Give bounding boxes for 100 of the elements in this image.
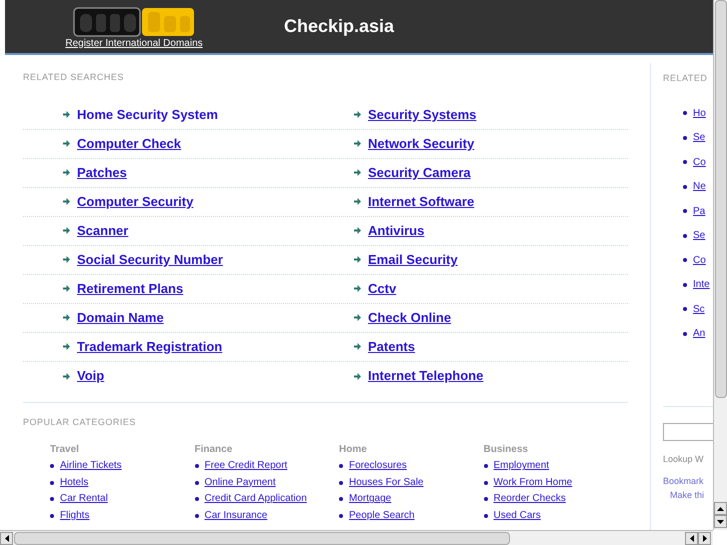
bullet-icon	[194, 514, 198, 518]
arrow-icon	[354, 227, 361, 234]
search-link[interactable]: Security Systems	[368, 104, 476, 124]
search-link[interactable]: Computer Security	[77, 192, 194, 212]
category-link[interactable]: Reorder Checks	[494, 493, 566, 506]
category-link[interactable]: People Search	[349, 510, 415, 522]
left-arrow-icon	[690, 535, 694, 542]
related-link[interactable]: An	[693, 326, 706, 342]
bullet-icon	[683, 184, 687, 189]
category-link[interactable]: Credit Card Application	[204, 493, 307, 506]
horizontal-scrollbar[interactable]	[0, 530, 713, 545]
bullet-icon	[339, 464, 343, 468]
bullet-icon	[50, 480, 54, 485]
section-heading: RELATED	[663, 72, 708, 85]
category-link[interactable]: Houses For Sale	[349, 476, 424, 489]
bullet-icon	[683, 332, 687, 336]
related-link[interactable]: Ho	[693, 106, 706, 121]
bullet-icon	[683, 307, 687, 312]
bullet-icon	[194, 497, 198, 502]
logo-tagline[interactable]: Register International Domains	[65, 38, 203, 50]
scroll-right-button[interactable]	[698, 532, 711, 545]
category-link[interactable]: Mortgage	[349, 493, 392, 506]
category-link[interactable]: Airline Tickets	[60, 460, 122, 472]
related-link[interactable]: Co	[693, 154, 706, 170]
related-link[interactable]: Sc	[693, 302, 705, 317]
search-link[interactable]: Domain Name	[77, 308, 164, 328]
arrow-icon	[63, 140, 70, 147]
category-link[interactable]: Online Payment	[204, 476, 276, 489]
category-link[interactable]: Used Cars	[494, 510, 541, 522]
bullet-icon	[484, 497, 488, 502]
arrow-icon	[63, 285, 70, 292]
search-link[interactable]: Internet Software	[368, 192, 474, 212]
arrow-icon	[63, 343, 70, 350]
bullet-icon	[339, 514, 343, 518]
search-link[interactable]: Voip	[77, 366, 104, 386]
search-link[interactable]: Patents	[368, 336, 415, 356]
arrow-icon	[354, 140, 361, 147]
arrow-icon	[354, 111, 361, 118]
search-link[interactable]: Cctv	[368, 278, 396, 298]
search-link[interactable]: Trademark Registration	[77, 336, 222, 356]
scrollbar-thumb[interactable]	[715, 0, 727, 398]
search-link[interactable]: Social Security Number	[77, 250, 223, 270]
search-link[interactable]: Computer Check	[77, 134, 182, 154]
bullet-icon	[683, 258, 687, 262]
category-link[interactable]: Foreclosures	[349, 460, 407, 472]
arrow-icon	[354, 372, 361, 380]
scroll-down-button[interactable]	[714, 515, 727, 528]
arrow-icon	[63, 169, 70, 176]
search-link[interactable]: Email Security	[368, 250, 458, 270]
bullet-icon	[339, 497, 343, 502]
search-link[interactable]: Internet Telephone	[368, 366, 484, 386]
search-link[interactable]: Check Online	[368, 308, 452, 328]
section-heading: POPULAR CATEGORIES	[23, 416, 137, 428]
scroll-left-button[interactable]	[685, 532, 698, 545]
category-heading: Business	[484, 444, 529, 456]
category-link[interactable]: Flights	[60, 510, 90, 522]
category-link[interactable]: Hotels	[60, 476, 88, 489]
bookmark-link[interactable]: Bookmark	[663, 475, 713, 488]
arrow-icon	[63, 198, 70, 205]
arrow-icon	[63, 372, 70, 380]
search-link[interactable]: Home Security System	[77, 104, 218, 124]
related-link[interactable]: Se	[693, 130, 706, 146]
bullet-icon	[683, 136, 687, 140]
bullet-icon	[194, 464, 198, 468]
related-link[interactable]: Se	[693, 228, 706, 244]
scroll-up-button[interactable]	[714, 502, 727, 515]
arrow-icon	[63, 227, 70, 234]
search-link[interactable]: Retirement Plans	[77, 278, 184, 298]
bullet-icon	[50, 464, 54, 468]
category-link[interactable]: Car Insurance	[204, 510, 268, 522]
homepage-link[interactable]: Make thi	[670, 488, 713, 502]
scroll-left-button[interactable]	[0, 532, 13, 545]
bullet-icon	[50, 497, 54, 502]
search-link[interactable]: Security Camera	[368, 162, 471, 182]
search-link[interactable]: Patches	[77, 162, 127, 182]
vertical-scrollbar[interactable]	[713, 0, 727, 530]
arrow-icon	[354, 169, 361, 176]
related-link[interactable]: Ne	[693, 179, 706, 194]
bullet-icon	[484, 480, 488, 485]
arrow-icon	[354, 285, 361, 292]
category-link[interactable]: Free Credit Report	[204, 460, 288, 472]
arrow-icon	[63, 314, 70, 321]
category-link[interactable]: Work From Home	[494, 476, 572, 489]
search-link[interactable]: Scanner	[77, 220, 128, 240]
up-arrow-icon	[717, 506, 724, 510]
bullet-icon	[50, 514, 54, 518]
bullet-icon	[683, 160, 687, 164]
scrollbar-thumb[interactable]	[14, 532, 510, 545]
left-arrow-icon	[4, 535, 8, 542]
category-heading: Finance	[194, 444, 234, 456]
related-link[interactable]: Inte	[693, 277, 710, 292]
related-link[interactable]: Co	[693, 252, 706, 268]
search-link[interactable]: Network Security	[368, 134, 474, 154]
bullet-icon	[683, 111, 687, 116]
search-field[interactable]	[663, 422, 713, 440]
category-link[interactable]: Car Rental	[60, 493, 108, 506]
search-link[interactable]: Antivirus	[368, 220, 424, 240]
category-link[interactable]: Employment	[494, 460, 550, 472]
related-link[interactable]: Pa	[693, 204, 706, 219]
site-title: Checkip.asia	[284, 15, 394, 38]
